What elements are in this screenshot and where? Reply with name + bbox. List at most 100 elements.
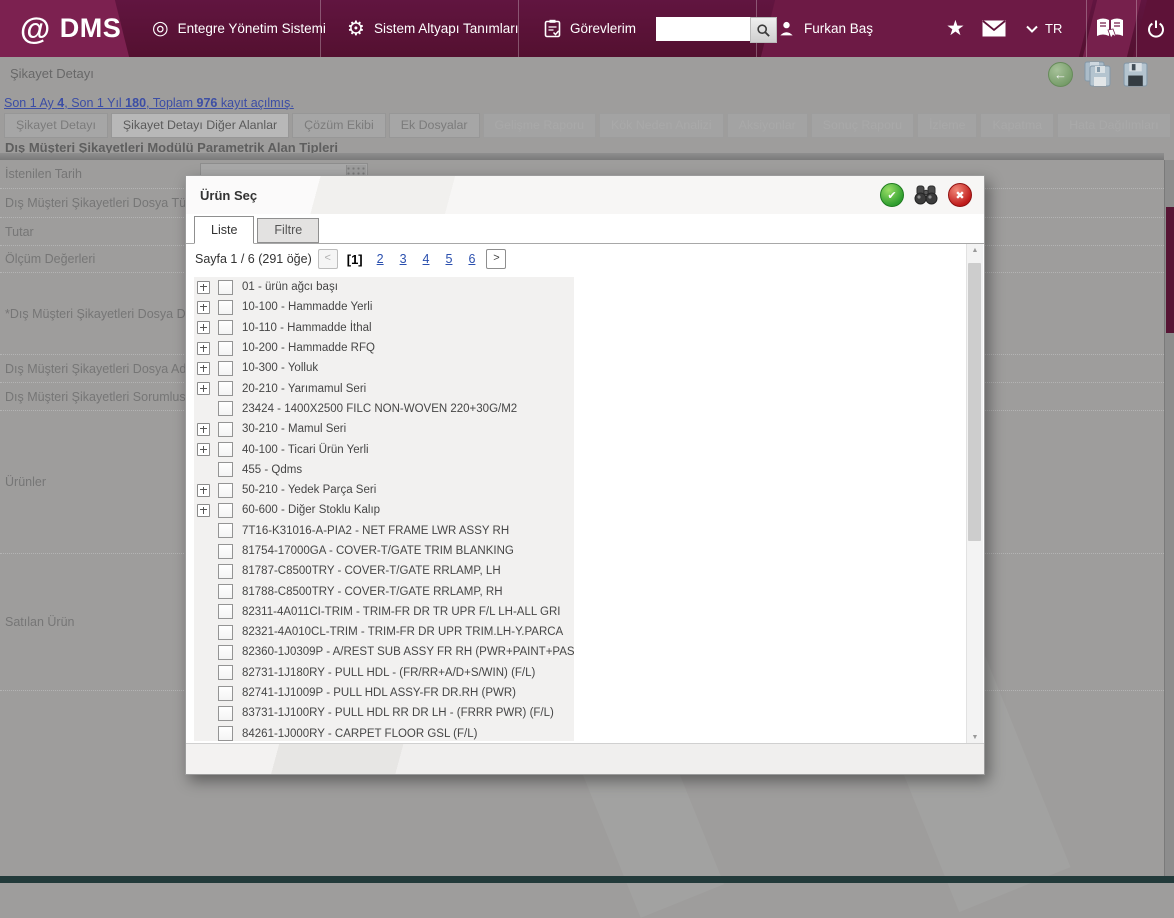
page-link-2[interactable]: 2 <box>377 252 384 266</box>
back-button[interactable]: ← <box>1048 62 1073 87</box>
product-checkbox[interactable] <box>218 462 233 477</box>
product-row: 81787-C8500TRY - COVER-T/GATE RRLAMP, LH <box>194 561 574 581</box>
product-label[interactable]: 23424 - 1400X2500 FILC NON-WOVEN 220+30G… <box>242 403 517 415</box>
product-checkbox[interactable] <box>218 320 233 335</box>
expand-plus-icon[interactable] <box>197 443 210 456</box>
product-label[interactable]: 82321-4A010CL-TRIM - TRIM-FR DR UPR TRIM… <box>242 626 563 638</box>
product-label[interactable]: 82360-1J0309P - A/REST SUB ASSY FR RH (P… <box>242 646 574 658</box>
language-code: TR <box>1045 21 1062 36</box>
product-checkbox[interactable] <box>218 726 233 741</box>
product-checkbox[interactable] <box>218 341 233 356</box>
expand-plus-icon[interactable] <box>197 362 210 375</box>
menu-item-system-infrastructure[interactable]: ⚙ Sistem Altyapı Tanımları <box>347 0 519 57</box>
product-checkbox[interactable] <box>218 706 233 721</box>
product-label[interactable]: 20-210 - Yarımamul Seri <box>242 383 366 395</box>
list-scrollbar[interactable]: ▲ ▼ <box>966 244 983 744</box>
expand-plus-icon[interactable] <box>197 301 210 314</box>
confirm-button[interactable]: ✔ <box>880 183 904 207</box>
product-label[interactable]: 82741-1J1009P - PULL HDL ASSY-FR DR.RH (… <box>242 687 516 699</box>
tab-sikayet-detayi-diger-alanlar[interactable]: Şikayet Detayı Diğer Alanlar <box>111 113 289 138</box>
product-label[interactable]: 10-300 - Yolluk <box>242 362 318 374</box>
product-checkbox[interactable] <box>218 401 233 416</box>
page-link-6[interactable]: 6 <box>468 252 475 266</box>
product-label[interactable]: 10-100 - Hammadde Yerli <box>242 301 372 313</box>
product-checkbox[interactable] <box>218 625 233 640</box>
user-menu[interactable]: Furkan Baş <box>778 0 873 57</box>
product-checkbox[interactable] <box>218 300 233 315</box>
favorites-star-icon[interactable]: ★ <box>946 0 965 57</box>
product-label[interactable]: 81754-17000GA - COVER-T/GATE TRIM BLANKI… <box>242 545 514 557</box>
product-checkbox[interactable] <box>218 483 233 498</box>
search-input[interactable] <box>656 17 750 41</box>
page-link-5[interactable]: 5 <box>446 252 453 266</box>
product-label[interactable]: 82731-1J180RY - PULL HDL - (FR/RR+A/D+S/… <box>242 667 535 679</box>
scroll-up-arrow-icon[interactable]: ▲ <box>967 247 983 254</box>
save-all-icon[interactable] <box>1084 61 1112 87</box>
menu-item-my-tasks[interactable]: Görevlerim <box>544 0 636 57</box>
menu-item-integrated-management[interactable]: ◎ Entegre Yönetim Sistemi <box>152 0 326 57</box>
product-label[interactable]: 10-200 - Hammadde RFQ <box>242 342 375 354</box>
product-label[interactable]: 81788-C8500TRY - COVER-T/GATE RRLAMP, RH <box>242 586 503 598</box>
product-checkbox[interactable] <box>218 686 233 701</box>
expand-plus-icon[interactable] <box>197 382 210 395</box>
language-selector[interactable]: TR <box>1026 0 1062 57</box>
product-checkbox[interactable] <box>218 665 233 680</box>
product-checkbox[interactable] <box>218 422 233 437</box>
product-checkbox[interactable] <box>218 584 233 599</box>
tab-sikayet-detayi[interactable]: Şikayet Detayı <box>4 113 108 138</box>
tab-filtre[interactable]: Filtre <box>257 218 319 243</box>
product-checkbox[interactable] <box>218 280 233 295</box>
product-label[interactable]: 60-600 - Diğer Stoklu Kalıp <box>242 504 380 516</box>
expand-plus-icon[interactable] <box>197 342 210 355</box>
product-label[interactable]: 7T16-K31016-A-PIA2 - NET FRAME LWR ASSY … <box>242 525 509 537</box>
tab-ek-dosyalar[interactable]: Ek Dosyalar <box>389 113 480 138</box>
logout-button[interactable] <box>1146 0 1166 57</box>
product-checkbox[interactable] <box>218 503 233 518</box>
product-checkbox[interactable] <box>218 645 233 660</box>
product-label[interactable]: 50-210 - Yedek Parça Seri <box>242 484 376 496</box>
product-checkbox[interactable] <box>218 442 233 457</box>
product-checkbox[interactable] <box>218 361 233 376</box>
product-label[interactable]: 40-100 - Ticari Ürün Yerli <box>242 444 369 456</box>
product-row: 82311-4A011CI-TRIM - TRIM-FR DR TR UPR F… <box>194 602 574 622</box>
product-label[interactable]: 84261-1J000RY - CARPET FLOOR GSL (F/L) <box>242 728 477 740</box>
page-link-3[interactable]: 3 <box>400 252 407 266</box>
product-label[interactable]: 30-210 - Mamul Seri <box>242 423 346 435</box>
app-logo[interactable]: @DMS <box>20 0 121 57</box>
tab-kok-neden-analizi: Kök Neden Analizi <box>599 113 724 138</box>
tab-cozum-ekibi[interactable]: Çözüm Ekibi <box>292 113 386 138</box>
save-icon[interactable] <box>1123 62 1148 87</box>
qdms-target-icon: ◎ <box>152 17 169 40</box>
product-label[interactable]: 01 - ürün ağcı başı <box>242 281 338 293</box>
page-scrollbar-thumb[interactable] <box>1166 207 1174 333</box>
expand-plus-icon[interactable] <box>197 504 210 517</box>
product-checkbox[interactable] <box>218 604 233 619</box>
product-label[interactable]: 82311-4A011CI-TRIM - TRIM-FR DR TR UPR F… <box>242 606 560 618</box>
scroll-down-arrow-icon[interactable]: ▼ <box>967 734 983 741</box>
expand-plus-icon[interactable] <box>197 321 210 334</box>
close-button[interactable]: ✖ <box>948 183 972 207</box>
messages-icon[interactable] <box>982 0 1006 57</box>
product-checkbox[interactable] <box>218 523 233 538</box>
binoculars-search-icon[interactable] <box>913 184 939 206</box>
expand-plus-icon[interactable] <box>197 423 210 436</box>
expand-plus-icon[interactable] <box>197 484 210 497</box>
product-label[interactable]: 83731-1J100RY - PULL HDL RR DR LH - (FRR… <box>242 707 554 719</box>
product-checkbox[interactable] <box>218 381 233 396</box>
tab-liste[interactable]: Liste <box>194 216 254 244</box>
field-label: Satılan Ürün <box>5 615 74 629</box>
page-link-4[interactable]: 4 <box>423 252 430 266</box>
search-button[interactable] <box>750 17 777 43</box>
next-page-button[interactable]: > <box>486 249 506 269</box>
list-scrollbar-thumb[interactable] <box>968 263 981 541</box>
product-checkbox[interactable] <box>218 564 233 579</box>
help-manual-button[interactable] <box>1095 0 1125 57</box>
product-row: 84261-1J000RY - CARPET FLOOR GSL (F/L) <box>194 724 574 741</box>
product-checkbox[interactable] <box>218 544 233 559</box>
record-stats-link[interactable]: Son 1 Ay 4, Son 1 Yıl 180, Toplam 976 ka… <box>4 96 294 110</box>
stats-text: , Son 1 Yıl <box>64 96 125 110</box>
expand-plus-icon[interactable] <box>197 281 210 294</box>
product-label[interactable]: 455 - Qdms <box>242 464 302 476</box>
product-label[interactable]: 81787-C8500TRY - COVER-T/GATE RRLAMP, LH <box>242 565 501 577</box>
product-label[interactable]: 10-110 - Hammadde İthal <box>242 322 372 334</box>
